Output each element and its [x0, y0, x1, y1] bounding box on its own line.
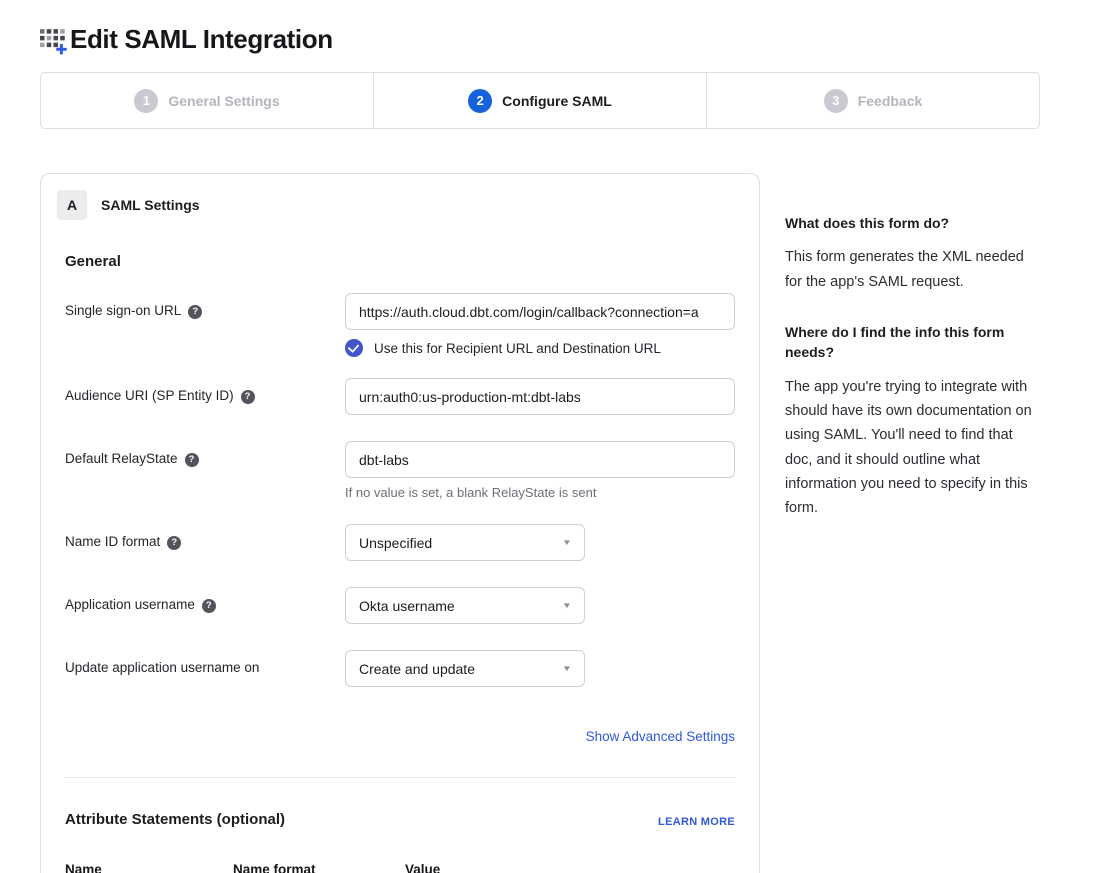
sso-url-label-text: Single sign-on URL [65, 303, 181, 318]
update-username-value: Create and update [359, 661, 475, 677]
app-grid-icon [40, 28, 67, 55]
form-row-audience-uri: Audience URI (SP Entity ID)? [65, 378, 735, 415]
name-id-format-select[interactable]: Unspecified ▼ [345, 524, 585, 561]
step-1-circle: 1 [134, 89, 158, 113]
audience-uri-input[interactable] [345, 378, 735, 415]
section-a-badge: A [57, 190, 87, 220]
help-icon[interactable]: ? [241, 390, 255, 404]
relay-state-label-text: Default RelayState [65, 451, 178, 466]
help-question-2: Where do I find the info this form needs… [785, 322, 1037, 363]
step-3-label: Feedback [858, 93, 923, 109]
relay-state-field-col: If no value is set, a blank RelayState i… [345, 441, 735, 500]
sso-url-field-col: Use this for Recipient URL and Destinati… [345, 293, 735, 357]
chevron-down-icon: ▼ [562, 664, 572, 673]
name-id-format-label-text: Name ID format [65, 534, 160, 549]
relay-state-label: Default RelayState? [65, 441, 345, 467]
app-username-select[interactable]: Okta username ▼ [345, 587, 585, 624]
help-answer-1: This form generates the XML needed for t… [785, 245, 1037, 294]
form-row-update-username: Update application username on Create an… [65, 650, 735, 687]
relay-state-hint: If no value is set, a blank RelayState i… [345, 485, 735, 500]
step-1-label: General Settings [168, 93, 279, 109]
app-username-value: Okta username [359, 598, 455, 614]
update-username-select[interactable]: Create and update ▼ [345, 650, 585, 687]
help-icon[interactable]: ? [202, 599, 216, 613]
show-advanced-settings-link[interactable]: Show Advanced Settings [586, 729, 735, 744]
column-value: Value [405, 862, 440, 873]
update-username-label-text: Update application username on [65, 660, 259, 675]
panel-heading: SAML Settings [101, 197, 200, 213]
learn-more-link[interactable]: LEARN MORE [658, 816, 735, 828]
help-question-1: What does this form do? [785, 213, 1037, 233]
audience-uri-label-text: Audience URI (SP Entity ID) [65, 388, 234, 403]
attribute-table-header: Name Name format Value [65, 862, 735, 873]
form-row-app-username: Application username? Okta username ▼ [65, 587, 735, 624]
section-divider [65, 777, 735, 778]
help-icon[interactable]: ? [167, 536, 181, 550]
help-sidebar: What does this form do? This form genera… [785, 173, 1037, 549]
content-area: A SAML Settings General Single sign-on U… [40, 173, 1078, 873]
general-section-heading: General [65, 253, 735, 270]
help-icon[interactable]: ? [188, 305, 202, 319]
name-id-format-label: Name ID format? [65, 524, 345, 550]
help-answer-2: The app you're trying to integrate with … [785, 375, 1037, 521]
form-row-relay-state: Default RelayState? If no value is set, … [65, 441, 735, 500]
advanced-link-row: Show Advanced Settings [65, 728, 735, 746]
step-feedback[interactable]: 3 Feedback [706, 73, 1039, 128]
chevron-down-icon: ▼ [562, 601, 572, 610]
page-header: Edit SAML Integration [40, 24, 1118, 55]
step-3-circle: 3 [824, 89, 848, 113]
relay-state-input[interactable] [345, 441, 735, 478]
chevron-down-icon: ▼ [562, 538, 572, 547]
attribute-statements-heading: Attribute Statements (optional) [65, 811, 285, 828]
app-username-label-text: Application username [65, 597, 195, 612]
step-2-label: Configure SAML [502, 93, 612, 109]
saml-settings-panel: A SAML Settings General Single sign-on U… [40, 173, 760, 873]
attribute-statements-header: Attribute Statements (optional) LEARN MO… [65, 811, 735, 828]
use-for-recipient-checkbox[interactable] [345, 339, 363, 357]
name-id-format-value: Unspecified [359, 535, 432, 551]
wizard-stepper: 1 General Settings 2 Configure SAML 3 Fe… [40, 72, 1040, 129]
column-name: Name [65, 862, 233, 873]
form-row-name-id-format: Name ID format? Unspecified ▼ [65, 524, 735, 561]
recipient-checkbox-row: Use this for Recipient URL and Destinati… [345, 339, 735, 357]
panel-header: A SAML Settings [41, 174, 759, 220]
column-name-format: Name format [233, 862, 405, 873]
sso-url-label: Single sign-on URL? [65, 293, 345, 319]
help-icon[interactable]: ? [185, 453, 199, 467]
step-2-circle: 2 [468, 89, 492, 113]
form-row-sso-url: Single sign-on URL? Use this for Recipie… [65, 293, 735, 357]
recipient-checkbox-label: Use this for Recipient URL and Destinati… [374, 341, 661, 356]
step-general-settings[interactable]: 1 General Settings [41, 73, 373, 128]
step-configure-saml[interactable]: 2 Configure SAML [373, 73, 706, 128]
update-username-label: Update application username on [65, 650, 345, 675]
page-title: Edit SAML Integration [70, 24, 333, 55]
app-username-label: Application username? [65, 587, 345, 613]
saml-form: Single sign-on URL? Use this for Recipie… [65, 293, 735, 687]
audience-uri-label: Audience URI (SP Entity ID)? [65, 378, 345, 404]
sso-url-input[interactable] [345, 293, 735, 330]
